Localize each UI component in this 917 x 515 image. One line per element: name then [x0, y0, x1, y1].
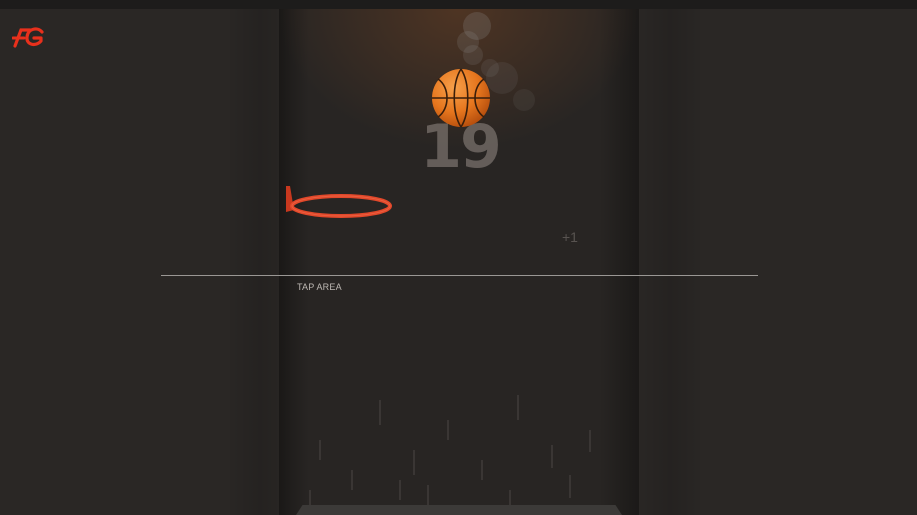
court-floor: [296, 505, 622, 515]
background-pillar-right: [640, 9, 700, 515]
bonus-indicator: +1: [562, 229, 578, 245]
fg-logo-icon[interactable]: [11, 26, 46, 53]
basketball-hoop: [280, 182, 396, 227]
basketball-icon: [430, 67, 492, 134]
top-bar: [0, 0, 917, 9]
tap-area-divider: [161, 275, 758, 276]
falling-particles: [290, 380, 620, 515]
tap-area-label[interactable]: TAP AREA: [297, 282, 342, 292]
